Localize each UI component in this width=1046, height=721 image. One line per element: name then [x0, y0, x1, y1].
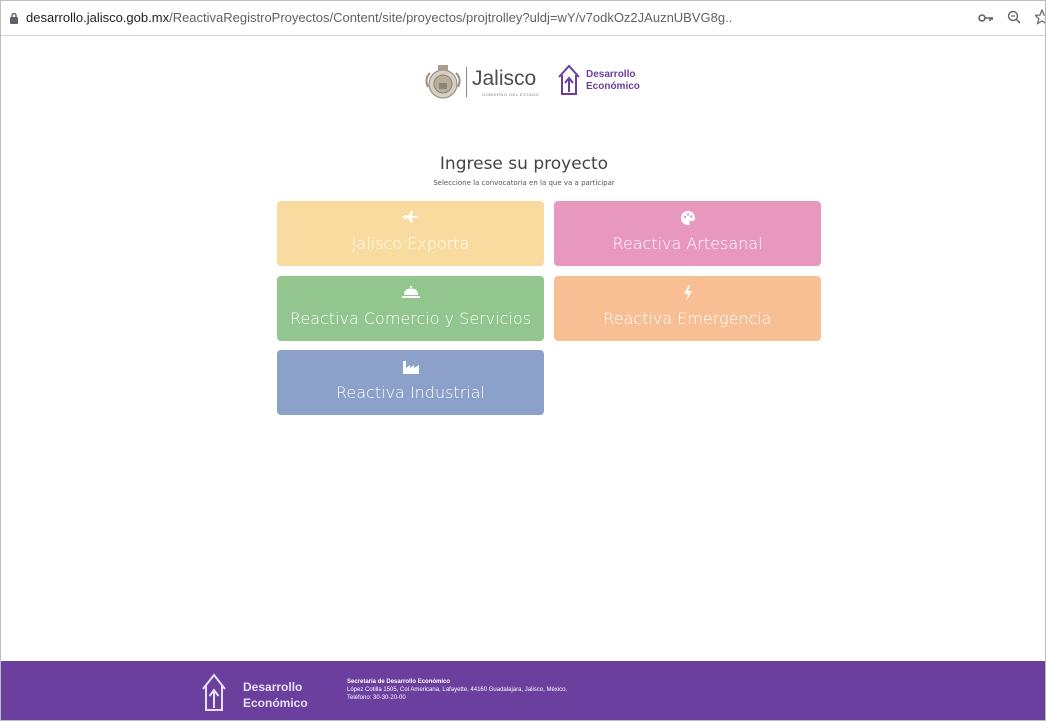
- url-host: desarrollo.jalisco.gob.mx: [26, 10, 170, 25]
- card-label: Reactiva Emergencia: [603, 309, 772, 328]
- footer-info-title: Secretaría de Desarrollo Económico: [347, 679, 451, 685]
- lock-icon: [10, 12, 18, 24]
- key-icon[interactable]: [978, 12, 994, 24]
- address-bar[interactable]: desarrollo.jalisco.gob.mx/ReactivaRegist…: [1, 1, 1045, 36]
- header-logos: Jalisco GOBIERNO DEL ESTADO Desarrollo E…: [424, 61, 664, 105]
- reactiva-industrial-button[interactable]: Reactiva Industrial: [277, 350, 544, 415]
- card-label: Reactiva Comercio y Servicios: [289, 309, 532, 328]
- lightning-icon: [683, 285, 692, 301]
- card-label: Reactiva Industrial: [336, 383, 485, 402]
- card-label: Jalisco Exporta: [351, 234, 470, 253]
- url-path: /ReactivaRegistroProyectos/Content/site/…: [169, 10, 733, 25]
- jalisco-seal-icon: [425, 65, 461, 99]
- jalisco-logo-subtext: GOBIERNO DEL ESTADO: [482, 92, 540, 97]
- footer-brand-line-1: Desarrollo: [243, 680, 303, 694]
- logo-divider: [466, 67, 467, 97]
- house-arrow-icon: [202, 673, 226, 711]
- jalisco-logo-text: Jalisco: [472, 67, 537, 90]
- reactiva-artesanal-button[interactable]: Reactiva Artesanal: [554, 201, 821, 266]
- factory-icon: [402, 361, 419, 374]
- desarrollo-economico-logo-text: Desarrollo Económico: [586, 69, 640, 93]
- url-text[interactable]: desarrollo.jalisco.gob.mx/ReactivaRegist…: [26, 10, 732, 25]
- airplane-icon: [401, 211, 418, 223]
- reactiva-comercio-servicios-button[interactable]: Reactiva Comercio y Servicios: [277, 276, 544, 341]
- page-subtitle: Seleccione la convocatoria en la que va …: [433, 179, 615, 187]
- footer-brand-line-2: Económico: [243, 696, 308, 710]
- de-line-1: Desarrollo: [586, 69, 636, 80]
- jalisco-exporta-button[interactable]: Jalisco Exporta: [277, 201, 544, 266]
- page-title: Ingrese su proyecto: [439, 154, 609, 174]
- star-icon[interactable]: [1035, 9, 1046, 25]
- browser-window: desarrollo.jalisco.gob.mx/ReactivaRegist…: [0, 0, 1046, 721]
- card-label: Reactiva Artesanal: [612, 234, 763, 253]
- footer: Desarrollo Económico Secretaría de Desar…: [1, 661, 1045, 720]
- reactiva-emergencia-button[interactable]: Reactiva Emergencia: [554, 276, 821, 341]
- footer-info-phone: Teléfono: 30-30-20-00: [347, 695, 406, 701]
- de-line-2: Económico: [586, 81, 640, 92]
- footer-info-address: López Cotilla 1505, Col Americana, Lafay…: [347, 687, 568, 693]
- palette-icon: [680, 211, 695, 225]
- footer-contact-info: Secretaría de Desarrollo Económico López…: [347, 678, 567, 702]
- footer-brand: Desarrollo Económico: [243, 679, 308, 711]
- service-bell-icon: [401, 285, 420, 298]
- zoom-icon[interactable]: [1007, 10, 1021, 24]
- house-arrow-icon: [558, 64, 580, 95]
